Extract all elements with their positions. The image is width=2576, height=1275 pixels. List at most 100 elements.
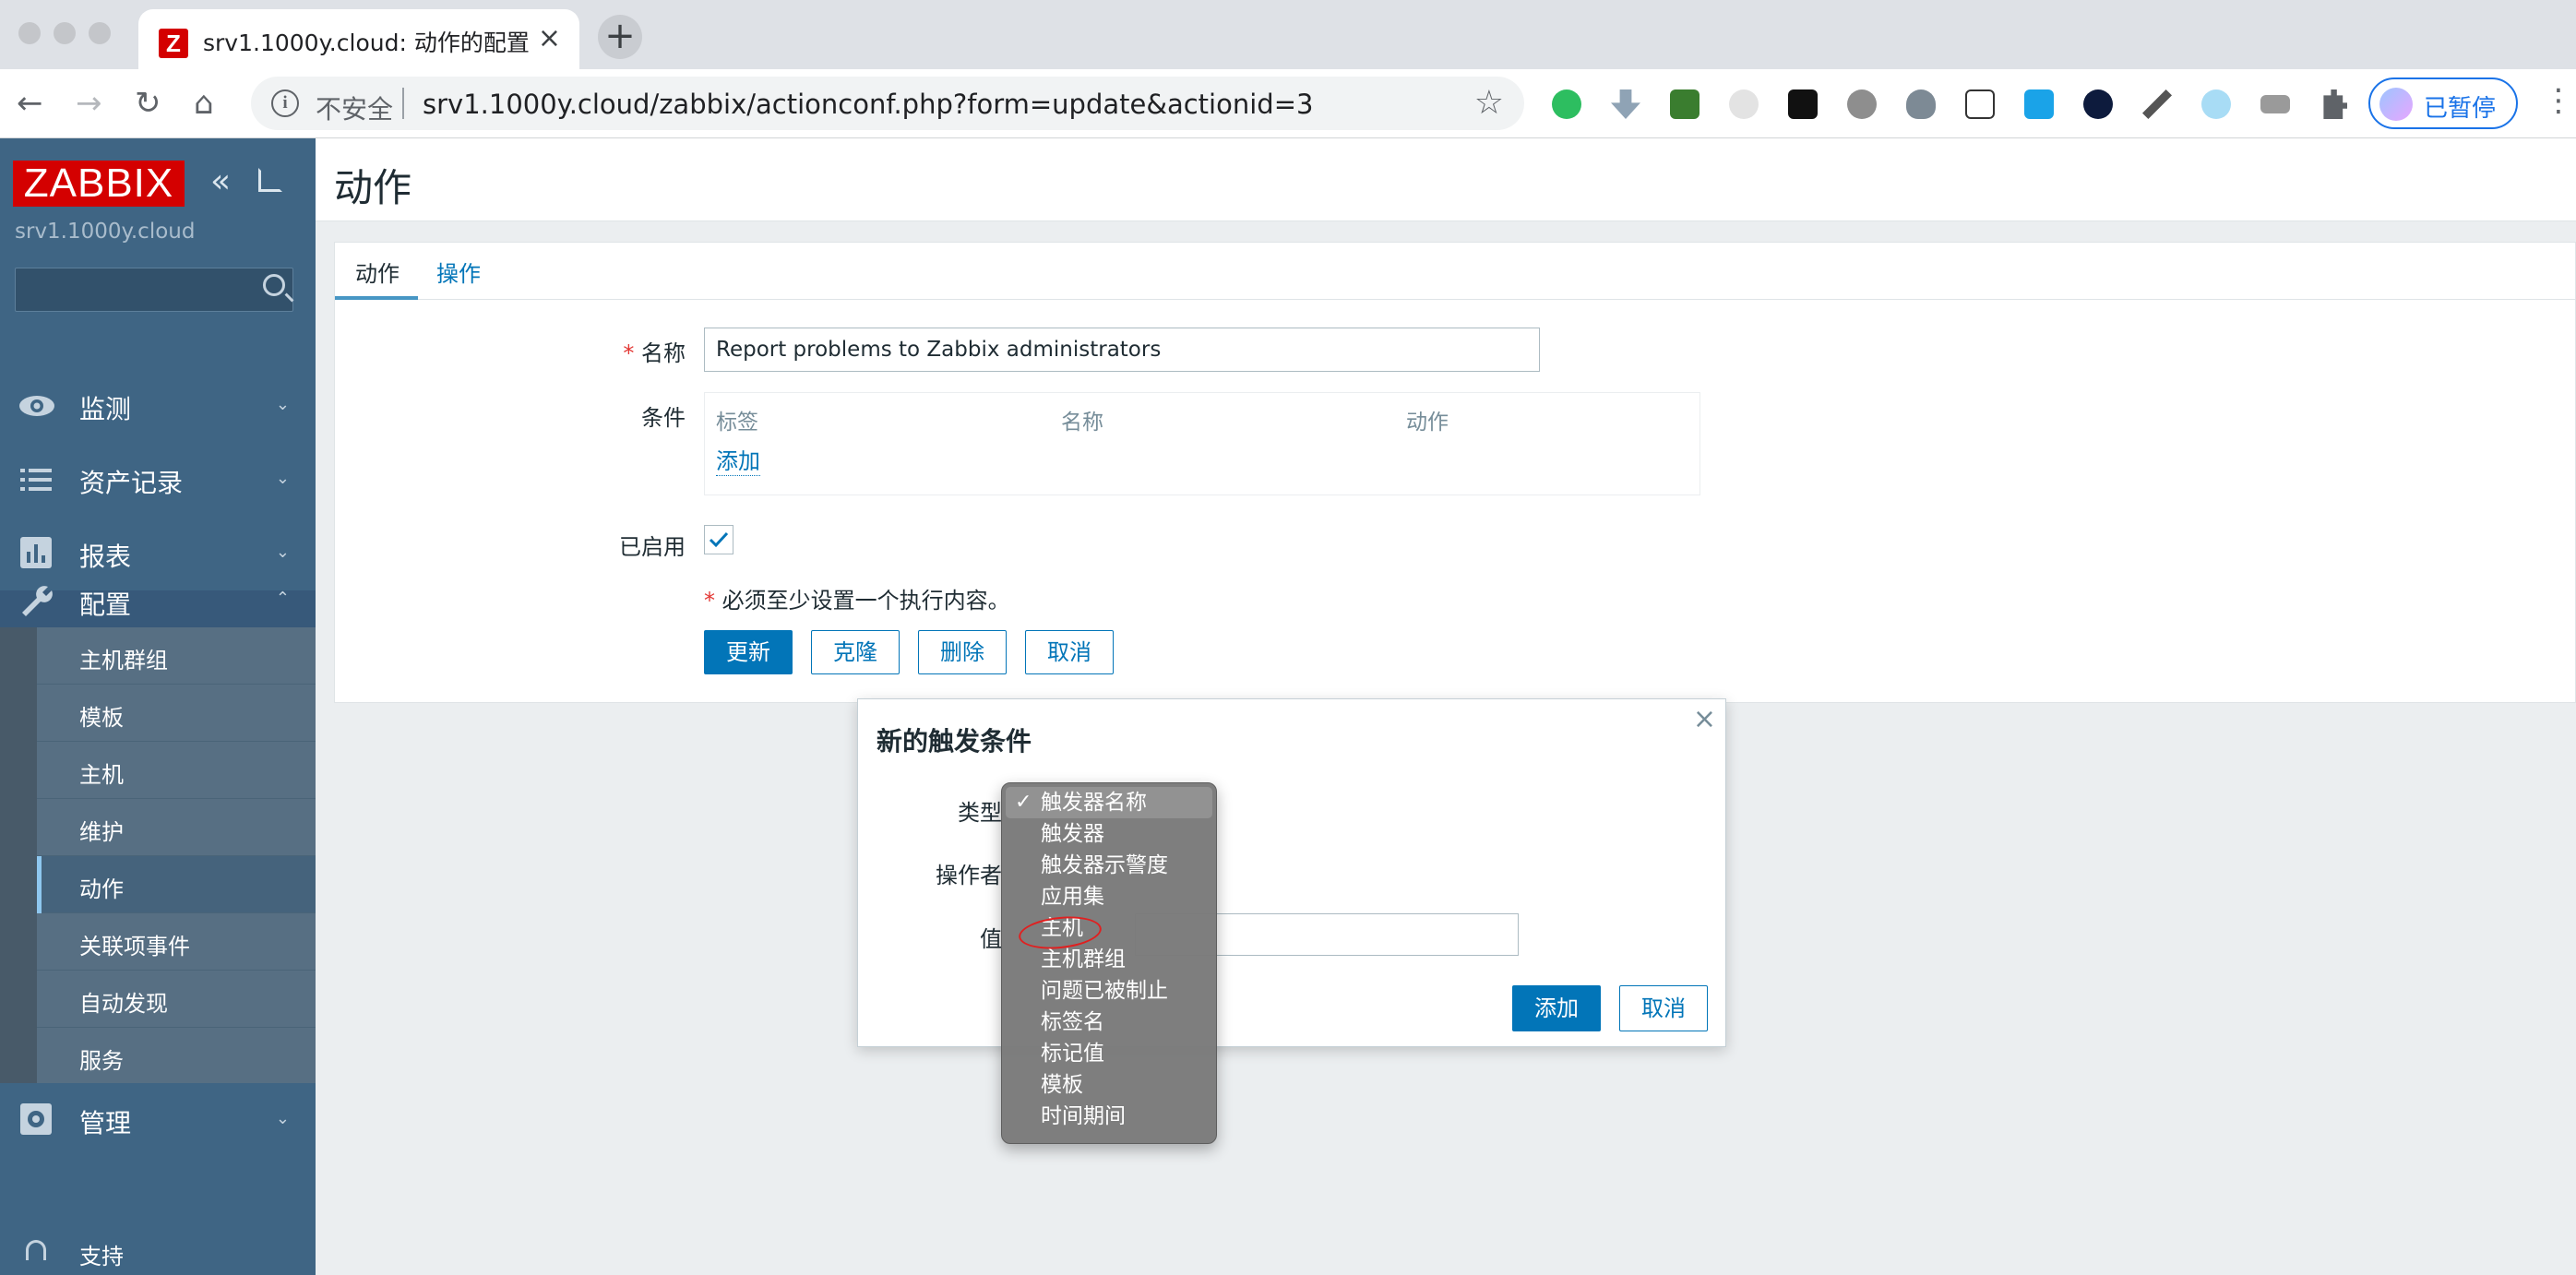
checkmark-icon [709,531,729,548]
server-name: srv1.1000y.cloud [15,220,196,244]
new-tab-button[interactable]: + [598,15,642,59]
cancel-button[interactable]: 取消 [1025,630,1114,674]
sidebar-item-hosts[interactable]: 主机 [37,742,316,799]
shield-icon[interactable] [1906,89,1936,119]
action-form-panel: 动作 操作 * 名称 Report problems to Zabbix adm… [334,242,2576,703]
back-icon[interactable]: ← [17,88,43,119]
sidebar-item-label: 模板 [79,705,124,731]
cloud-icon[interactable] [1729,89,1759,119]
sidebar-item-discovery[interactable]: 自动发现 [37,971,316,1028]
condition-type-dropdown[interactable]: ✓ 触发器名称 触发器 触发器示警度 应用集 主机 主机群组 问题已被制止 标签名… [1001,782,1217,1144]
browser-tab-bar: Z srv1.1000y.cloud: 动作的配置 × + [0,0,2576,69]
dropdown-option[interactable]: 模板 [1002,1069,1216,1101]
home-icon[interactable]: ⌂ [194,88,214,119]
sidebar-item-label: 报表 [79,542,132,572]
tab-close-icon[interactable]: × [538,22,561,54]
tab-action[interactable]: 动作 [355,256,400,288]
dropdown-option[interactable]: ✓ 触发器名称 [1006,787,1212,818]
dropdown-option[interactable]: 触发器示警度 [1002,850,1216,881]
sidebar-item-label: 配置 [79,590,132,620]
dialog-cancel-button[interactable]: 取消 [1619,985,1708,1031]
sidebar-item-label: 管理 [79,1108,132,1138]
translate-icon[interactable] [1670,89,1699,119]
collapse-sidebar-icon[interactable]: « [210,162,231,200]
puzzle-icon[interactable] [2323,89,2347,119]
dropdown-option[interactable]: 时间期间 [1002,1101,1216,1132]
insecure-label[interactable]: 不安全 [316,89,393,126]
kiosk-mode-icon[interactable] [258,168,282,192]
dropdown-option[interactable]: 标记值 [1002,1038,1216,1069]
name-input[interactable]: Report problems to Zabbix administrators [704,328,1540,372]
dialog-add-button[interactable]: 添加 [1512,985,1601,1031]
column-header: 名称 [1061,411,1103,435]
tab-title: srv1.1000y.cloud: 动作的配置 [203,30,530,56]
dialog-title: 新的触发条件 [877,726,1032,757]
window-close-dot[interactable] [18,22,41,44]
gear-icon [20,1103,52,1135]
sidebar-item-administration[interactable]: 管理 ⌄ [0,1083,316,1157]
folder-icon[interactable] [2260,95,2290,113]
update-button[interactable]: 更新 [704,630,793,674]
tab-operations[interactable]: 操作 [436,256,481,288]
chevron-up-icon: ⌃ [275,589,290,608]
dropdown-option[interactable]: 触发器 [1002,818,1216,850]
type-label: 类型 [958,800,1002,826]
avatar [2379,88,2413,121]
download-icon[interactable] [1611,89,1640,119]
add-condition-link[interactable]: 添加 [716,443,760,476]
zabbix-logo[interactable]: ZABBIX [13,161,185,207]
bar-chart-icon [20,537,52,568]
url-text[interactable]: srv1.1000y.cloud/zabbix/actionconf.php?f… [423,89,1313,120]
sidebar-item-reports[interactable]: 报表 ⌄ [0,517,316,590]
sidebar: ZABBIX « srv1.1000y.cloud 监测 ⌄ 资产记录 ⌄ 报表… [0,138,316,1275]
forward-icon[interactable]: → [76,88,102,119]
list-icon [20,469,52,491]
wrench-icon [22,586,53,616]
cloud-sync-icon[interactable] [2201,89,2231,119]
operator-label: 操作者 [936,863,1002,888]
reload-icon[interactable]: ↻ [135,88,161,119]
sidebar-item-correlation[interactable]: 关联项事件 [37,913,316,971]
dropdown-option[interactable]: 主机群组 [1002,944,1216,975]
window-minimize-dot[interactable] [54,22,76,44]
sidebar-item-templates[interactable]: 模板 [37,685,316,742]
sidebar-item-inventory[interactable]: 资产记录 ⌄ [0,443,316,517]
value-label: 值 [980,926,1002,952]
dropdown-option[interactable]: 标签名 [1002,1007,1216,1038]
dropdown-option[interactable]: 应用集 [1002,881,1216,912]
gitzip-icon[interactable] [1965,89,1995,119]
clone-button[interactable]: 克隆 [811,630,900,674]
swords-icon[interactable] [2142,89,2172,119]
sidebar-item-label: 主机群组 [79,648,168,673]
browser-tab[interactable]: Z srv1.1000y.cloud: 动作的配置 × [138,9,579,69]
sidebar-item-maintenance[interactable]: 维护 [37,799,316,856]
sidebar-item-configuration[interactable]: 配置 ⌃ [0,586,316,627]
profile-button[interactable]: 已暂停 [2368,77,2518,129]
sidebar-search-input[interactable] [15,268,293,312]
delete-button[interactable]: 删除 [918,630,1007,674]
tampermonkey-icon[interactable] [1788,89,1818,119]
info-icon[interactable]: i [271,89,299,117]
evernote-icon[interactable] [1552,89,1581,119]
required-notice: * 必须至少设置一个执行内容。 [704,582,1010,614]
sidebar-item-host-groups[interactable]: 主机群组 [37,627,316,685]
sidebar-item-services[interactable]: 服务 [37,1028,316,1085]
dropdown-option[interactable]: 问题已被制止 [1002,975,1216,1007]
bookmark-star-icon[interactable]: ☆ [1474,84,1504,122]
sidebar-item-monitoring[interactable]: 监测 ⌄ [0,369,316,443]
submenu-rail [0,627,37,1083]
search-icon[interactable] [263,274,285,296]
required-mark: * [704,588,715,614]
play-icon[interactable] [2083,89,2113,119]
chevron-down-icon: ⌄ [275,1109,290,1128]
browser-menu-icon[interactable]: ⋮ [2543,85,2574,116]
enabled-checkbox[interactable] [704,525,733,554]
screenshot-icon[interactable] [2024,89,2054,119]
conditions-table: 标签 名称 动作 添加 [704,392,1700,495]
sidebar-item-support[interactable]: 支持 [0,1227,316,1275]
address-bar[interactable]: i 不安全 srv1.1000y.cloud/zabbix/actionconf… [251,77,1524,130]
window-zoom-dot[interactable] [89,22,111,44]
sidebar-item-actions[interactable]: 动作 [37,856,316,913]
close-icon[interactable]: × [1693,703,1716,735]
record-icon[interactable] [1847,89,1877,119]
